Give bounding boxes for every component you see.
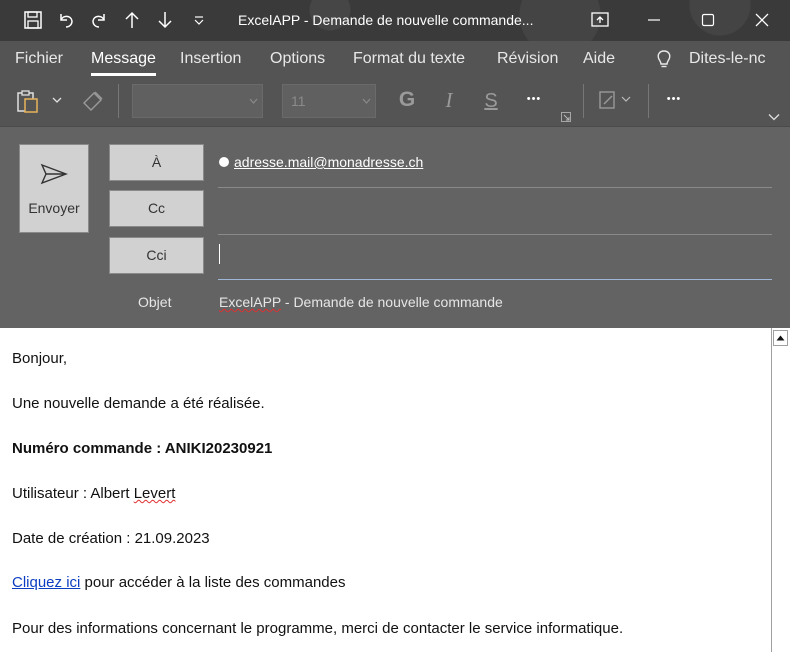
close-icon[interactable] [751,9,773,31]
user-last-name: Levert [133,485,176,502]
tab-options[interactable]: Options [270,50,325,68]
to-recipient[interactable]: adresse.mail@monadresse.ch [219,154,423,170]
to-button[interactable]: À [109,144,204,181]
subject-prefix: ExcelAPP [219,294,281,310]
tab-fichier[interactable]: Fichier [15,50,63,68]
user-line: Utilisateur : Albert Levert [12,485,175,502]
subject-field[interactable]: ExcelAPP - Demande de nouvelle commande [219,294,503,310]
bcc-button[interactable]: Cci [109,237,204,274]
text-cursor [219,244,220,264]
font-name-dropdown[interactable] [132,84,263,118]
cc-field[interactable] [218,233,772,235]
undo-icon[interactable] [55,9,77,31]
order-number: Numéro commande : ANIKI20230921 [12,440,273,457]
paste-dropdown-chevron-icon[interactable] [50,92,64,108]
link-line: Cliquez ici pour accéder à la liste des … [12,574,346,591]
tab-format-du-texte[interactable]: Format du texte [353,50,465,68]
arrow-up-icon[interactable] [121,9,143,31]
subject-label: Objet [138,294,172,310]
info-line: Pour des informations concernant le prog… [12,620,624,637]
italic-button[interactable]: I [438,88,460,112]
tab-insertion[interactable]: Insertion [180,50,241,68]
format-painter-icon[interactable] [80,88,106,112]
minimize-icon[interactable] [643,9,665,31]
underline-button[interactable]: S [480,88,502,114]
send-label: Envoyer [28,200,80,216]
dialog-launcher-icon[interactable] [560,111,572,123]
to-field[interactable] [218,186,772,188]
presence-dot-icon [219,157,229,167]
redo-icon[interactable] [88,9,110,31]
customize-icon[interactable] [188,9,210,31]
bcc-field[interactable] [218,278,772,280]
signature-icon[interactable] [596,88,620,112]
cc-button[interactable]: Cc [109,190,204,227]
more-formatting-button[interactable]: ••• [520,88,548,110]
ribbon-separator [648,84,649,118]
body-line: Une nouvelle demande a été réalisée. [12,395,265,412]
scroll-up-arrow-icon[interactable] [773,330,788,346]
orders-link[interactable]: Cliquez ici [12,574,80,591]
creation-date: Date de création : 21.09.2023 [12,530,210,547]
restore-window-icon[interactable] [589,9,611,31]
maximize-icon[interactable] [697,9,719,31]
arrow-down-icon[interactable] [154,9,176,31]
signature-dropdown-chevron-icon[interactable] [620,93,632,105]
link-line-rest: pour accéder à la liste des commandes [80,574,346,591]
lightbulb-icon[interactable] [655,49,673,74]
ribbon-separator [583,84,584,118]
send-icon [40,163,68,185]
more-commands-button[interactable]: ••• [660,88,688,110]
ribbon-separator [118,84,119,118]
tab-aide[interactable]: Aide [583,50,615,68]
tab-message[interactable]: Message [91,50,156,76]
window-title: ExcelAPP - Demande de nouvelle commande.… [238,12,534,28]
bold-button[interactable]: G [396,88,418,112]
vertical-scrollbar[interactable] [771,328,790,652]
user-prefix: Utilisateur : Albert [12,485,134,502]
subject-rest: - Demande de nouvelle commande [281,294,503,310]
greeting: Bonjour, [12,350,68,367]
font-size-dropdown[interactable]: 11 [282,84,376,118]
paste-icon[interactable] [14,88,42,114]
ribbon-tabs: Fichier Message Insertion Options Format… [0,41,790,78]
tab-revision[interactable]: Révision [497,50,558,68]
save-icon[interactable] [22,9,44,31]
collapse-ribbon-chevron-icon[interactable] [766,110,782,124]
send-button[interactable]: Envoyer [19,144,89,233]
tell-me-search[interactable]: Dites-le-nc [689,50,765,68]
to-recipient-address: adresse.mail@monadresse.ch [234,154,424,170]
title-bar: ExcelAPP - Demande de nouvelle commande.… [0,0,790,41]
